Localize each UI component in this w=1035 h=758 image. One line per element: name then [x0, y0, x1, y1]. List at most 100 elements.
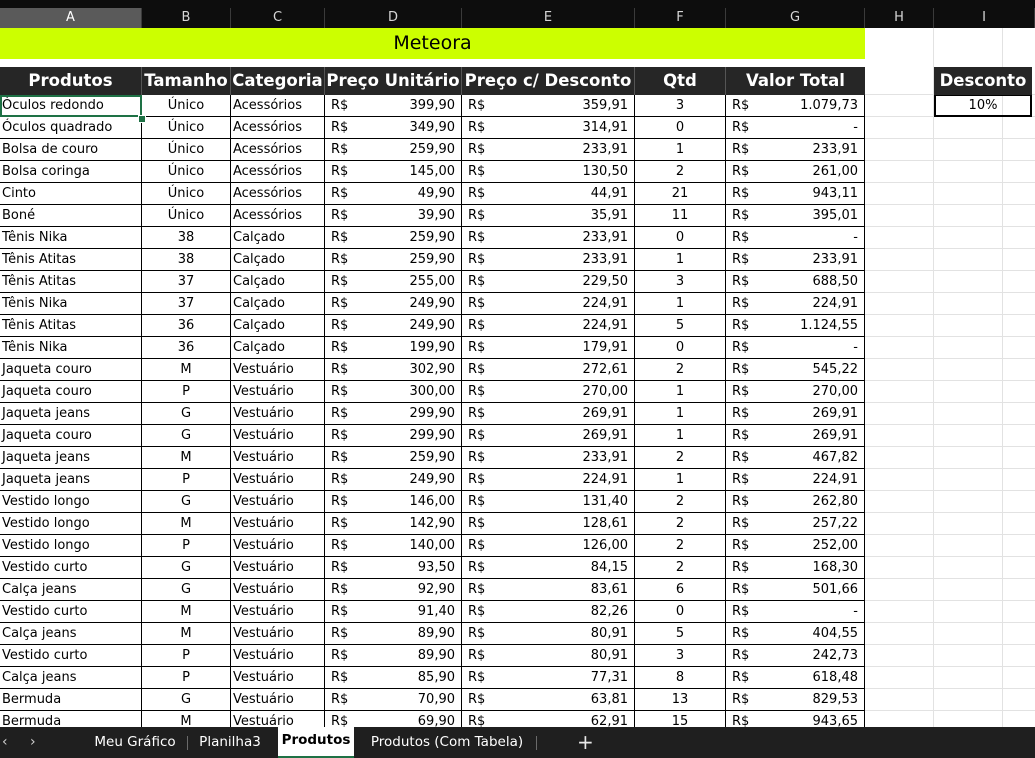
cell-categoria[interactable]: Vestuário	[231, 645, 325, 667]
cell-valor-total[interactable]: R$ 262,80	[726, 491, 865, 513]
cell-preco-desconto[interactable]: R$ 314,91	[462, 117, 635, 139]
column-header-i[interactable]: I	[934, 8, 1035, 28]
cell-categoria[interactable]: Calçado	[231, 271, 325, 293]
cell-preco-unitario[interactable]: R$ 140,00	[325, 535, 462, 557]
cell-produto[interactable]: Vestido longo	[0, 513, 142, 535]
cell-valor-total[interactable]: R$ 269,91	[726, 403, 865, 425]
column-header-g[interactable]: G	[726, 8, 865, 28]
cell-categoria[interactable]: Vestuário	[231, 689, 325, 711]
banner-title[interactable]: Meteora	[0, 28, 865, 59]
cell-categoria[interactable]: Vestuário	[231, 447, 325, 469]
column-header-h[interactable]: H	[865, 8, 934, 28]
cell-categoria[interactable]: Vestuário	[231, 513, 325, 535]
cell-tamanho[interactable]: P	[142, 381, 231, 403]
cell-qtd[interactable]: 0	[635, 337, 726, 359]
cell-preco-unitario[interactable]: R$ 259,90	[325, 139, 462, 161]
cell-produto[interactable]: Tênis Atitas	[0, 249, 142, 271]
cell-preco-unitario[interactable]: R$ 69,90	[325, 711, 462, 727]
cell-valor-total[interactable]: R$ -	[726, 337, 865, 359]
cell-produto[interactable]: Vestido curto	[0, 645, 142, 667]
cell-tamanho[interactable]: M	[142, 359, 231, 381]
cell-produto[interactable]: Tênis Atitas	[0, 271, 142, 293]
cell-preco-desconto[interactable]: R$ 128,61	[462, 513, 635, 535]
cell-tamanho[interactable]: Único	[142, 205, 231, 227]
cell-categoria[interactable]: Acessórios	[231, 161, 325, 183]
cell-preco-unitario[interactable]: R$ 302,90	[325, 359, 462, 381]
cell-tamanho[interactable]: P	[142, 667, 231, 689]
cell-qtd[interactable]: 2	[635, 161, 726, 183]
cell-preco-unitario[interactable]: R$ 299,90	[325, 425, 462, 447]
cell-produto[interactable]: Tênis Nika	[0, 337, 142, 359]
column-header-c[interactable]: C	[231, 8, 325, 28]
tab-produtos-com-tabela[interactable]: Produtos (Com Tabela)	[366, 727, 528, 758]
column-header-f[interactable]: F	[635, 8, 726, 28]
cell-preco-unitario[interactable]: R$ 249,90	[325, 315, 462, 337]
cell-preco-unitario[interactable]: R$ 89,90	[325, 623, 462, 645]
cell-valor-total[interactable]: R$ 829,53	[726, 689, 865, 711]
cell-qtd[interactable]: 21	[635, 183, 726, 205]
cell-categoria[interactable]: Acessórios	[231, 205, 325, 227]
cell-categoria[interactable]: Vestuário	[231, 491, 325, 513]
cell-preco-desconto[interactable]: R$ 233,91	[462, 447, 635, 469]
cell-categoria[interactable]: Calçado	[231, 337, 325, 359]
cell-tamanho[interactable]: M	[142, 447, 231, 469]
cell-preco-unitario[interactable]: R$ 259,90	[325, 227, 462, 249]
cell-categoria[interactable]: Calçado	[231, 315, 325, 337]
cell-valor-total[interactable]: R$ 545,22	[726, 359, 865, 381]
cell-produto[interactable]: Vestido longo	[0, 535, 142, 557]
cell-tamanho[interactable]: P	[142, 535, 231, 557]
cell-categoria[interactable]: Acessórios	[231, 139, 325, 161]
cell-valor-total[interactable]: R$ 943,11	[726, 183, 865, 205]
cell-qtd[interactable]: 0	[635, 227, 726, 249]
cell-valor-total[interactable]: R$ 269,91	[726, 425, 865, 447]
cell-qtd[interactable]: 11	[635, 205, 726, 227]
cell-categoria[interactable]: Vestuário	[231, 469, 325, 491]
column-header-d[interactable]: D	[325, 8, 462, 28]
cell-tamanho[interactable]: 37	[142, 293, 231, 315]
cell-preco-unitario[interactable]: R$ 399,90	[325, 95, 462, 117]
cell-valor-total[interactable]: R$ 688,50	[726, 271, 865, 293]
cell-qtd[interactable]: 2	[635, 491, 726, 513]
cell-preco-desconto[interactable]: R$ 269,91	[462, 425, 635, 447]
cell-preco-desconto[interactable]: R$ 233,91	[462, 227, 635, 249]
cell-preco-unitario[interactable]: R$ 349,90	[325, 117, 462, 139]
cell-tamanho[interactable]: M	[142, 513, 231, 535]
cell-categoria[interactable]: Vestuário	[231, 381, 325, 403]
cell-qtd[interactable]: 6	[635, 579, 726, 601]
cell-tamanho[interactable]: G	[142, 491, 231, 513]
cell-categoria[interactable]: Acessórios	[231, 117, 325, 139]
cell-valor-total[interactable]: R$ 257,22	[726, 513, 865, 535]
cell-preco-desconto[interactable]: R$ 224,91	[462, 315, 635, 337]
cell-preco-desconto[interactable]: R$ 229,50	[462, 271, 635, 293]
cell-tamanho[interactable]: 38	[142, 249, 231, 271]
cell-qtd[interactable]: 1	[635, 293, 726, 315]
cell-preco-desconto[interactable]: R$ 84,15	[462, 557, 635, 579]
cell-preco-desconto[interactable]: R$ 270,00	[462, 381, 635, 403]
cell-produto[interactable]: Bolsa de couro	[0, 139, 142, 161]
cell-produto[interactable]: Vestido curto	[0, 601, 142, 623]
cell-preco-desconto[interactable]: R$ 272,61	[462, 359, 635, 381]
cell-tamanho[interactable]: 36	[142, 315, 231, 337]
cell-tamanho[interactable]: Único	[142, 117, 231, 139]
cell-qtd[interactable]: 1	[635, 139, 726, 161]
cell-valor-total[interactable]: R$ 404,55	[726, 623, 865, 645]
cell-preco-desconto[interactable]: R$ 224,91	[462, 293, 635, 315]
cell-preco-desconto[interactable]: R$ 62,91	[462, 711, 635, 727]
cell-valor-total[interactable]: R$ 1.124,55	[726, 315, 865, 337]
cell-preco-unitario[interactable]: R$ 39,90	[325, 205, 462, 227]
cell-produto[interactable]: Calça jeans	[0, 623, 142, 645]
cell-valor-total[interactable]: R$ 943,65	[726, 711, 865, 727]
cell-preco-desconto[interactable]: R$ 126,00	[462, 535, 635, 557]
cell-preco-desconto[interactable]: R$ 233,91	[462, 139, 635, 161]
cell-preco-unitario[interactable]: R$ 259,90	[325, 447, 462, 469]
cell-preco-desconto[interactable]: R$ 44,91	[462, 183, 635, 205]
cell-valor-total[interactable]: R$ 261,00	[726, 161, 865, 183]
cell-produto[interactable]: Jaqueta couro	[0, 381, 142, 403]
cell-produto[interactable]: Jaqueta jeans	[0, 469, 142, 491]
cell-tamanho[interactable]: G	[142, 557, 231, 579]
cell-preco-desconto[interactable]: R$ 77,31	[462, 667, 635, 689]
cell-qtd[interactable]: 8	[635, 667, 726, 689]
cell-categoria[interactable]: Vestuário	[231, 623, 325, 645]
cell-produto[interactable]: Óculos quadrado	[0, 117, 142, 139]
cell-produto[interactable]: Bermuda	[0, 711, 142, 727]
